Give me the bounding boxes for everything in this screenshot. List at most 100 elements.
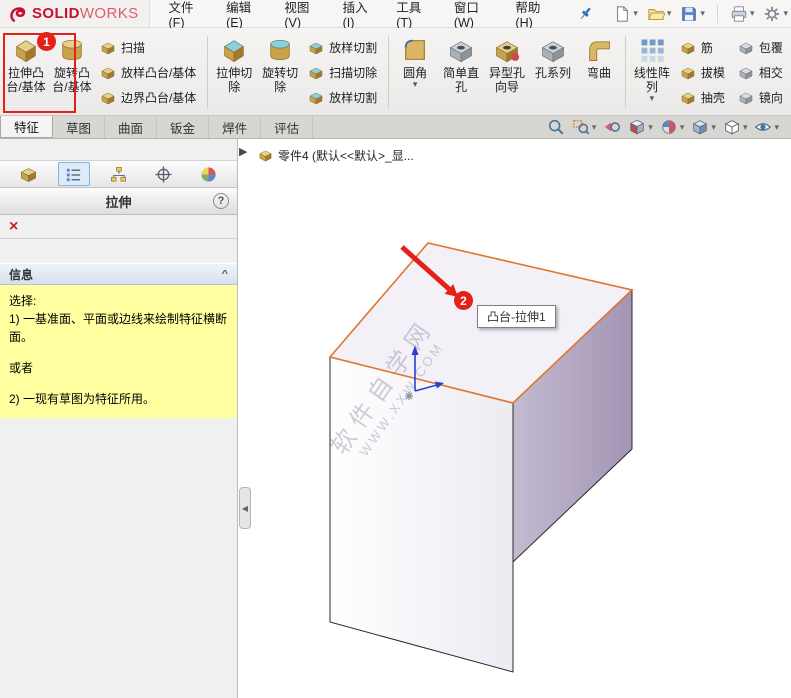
configurationmanager-tab[interactable] — [103, 162, 135, 186]
draft-button[interactable]: 拔模 — [675, 60, 733, 85]
zoom-to-area-button[interactable]: ▾ — [572, 118, 597, 136]
message-line: 1) 一基准面、平面或边线来绘制特征横断面。 — [9, 312, 228, 344]
propertymanager-actions: × — [0, 215, 237, 239]
chevron-down-icon[interactable]: ▾ — [650, 94, 655, 103]
collapse-chevron-icon[interactable]: ^ — [222, 269, 228, 279]
open-document-button[interactable]: ▾ — [644, 3, 675, 25]
chevron-down-icon[interactable]: ▾ — [633, 9, 638, 18]
graphics-area[interactable]: 软件自学网 WWW.XXW.COM 零件4 (默认<<默认>_显... 凸台-拉… — [252, 139, 791, 698]
menu-bar: SOLID WORKS 文件(F) 编辑(E) 视图(V) 插入(I) 工具(T)… — [0, 0, 791, 30]
section-view-button[interactable]: ▾ — [628, 118, 653, 136]
chevron-down-icon[interactable]: ▾ — [743, 122, 748, 132]
extruded-cut-button[interactable]: 拉伸切除 — [211, 31, 257, 113]
featuremanager-tree-tab[interactable] — [13, 162, 45, 186]
part-name-label: 零件4 (默认<<默认>_显... — [278, 149, 414, 163]
lofted-cut-button[interactable]: 放样切割 — [303, 35, 385, 60]
toolbar-separator — [716, 4, 718, 23]
tab-features[interactable]: 特征 — [0, 116, 54, 138]
origin-x-arrowhead — [435, 381, 444, 389]
ribbon-separator — [388, 36, 390, 108]
tab-weldments[interactable]: 焊件 — [209, 116, 262, 138]
panel-splitter[interactable]: ▶ ◀ — [238, 139, 252, 698]
message-line: 2) 一现有草图为特征所用。 — [9, 392, 156, 406]
extruded-cut-icon — [220, 36, 248, 64]
chevron-down-icon[interactable]: ▾ — [750, 9, 755, 18]
intersect-button[interactable]: 相交 — [733, 60, 791, 85]
simple-hole-button[interactable]: 简单直孔 — [438, 31, 484, 113]
dimxpertmanager-tab[interactable] — [148, 162, 180, 186]
cancel-button[interactable]: × — [9, 218, 18, 235]
rib-button[interactable]: 筋 — [675, 35, 733, 60]
wrap-button[interactable]: 包覆 — [733, 35, 791, 60]
flyout-expand-icon[interactable]: ▶ — [239, 145, 247, 158]
propertymanager-title-bar: 拉伸 ? — [0, 188, 237, 215]
button-label: 扫描切除 — [329, 66, 378, 80]
shell-button[interactable]: 抽壳 — [675, 85, 733, 110]
save-button[interactable]: ▾ — [677, 3, 708, 25]
flex-icon — [585, 36, 613, 64]
model-side-face[interactable] — [512, 288, 633, 564]
print-button[interactable]: ▾ — [727, 3, 758, 25]
message-line: 或者 — [9, 361, 34, 375]
chevron-down-icon[interactable]: ▾ — [774, 122, 779, 132]
button-label: 旋转切除 — [262, 66, 299, 94]
button-label: 孔系列 — [535, 66, 572, 80]
tab-surfaces[interactable]: 曲面 — [105, 116, 158, 138]
previous-view-button[interactable] — [603, 118, 621, 136]
hole-wizard-button[interactable]: 异型孔向导 — [484, 31, 530, 113]
chevron-down-icon[interactable]: ▾ — [667, 9, 672, 18]
chevron-down-icon[interactable]: ▾ — [700, 9, 705, 18]
lofted-cut-icon — [308, 40, 324, 56]
boundary-cut-button[interactable]: 放样切割 — [303, 85, 385, 110]
tab-evaluate[interactable]: 评估 — [261, 116, 314, 138]
tab-sheet-metal[interactable]: 钣金 — [157, 116, 210, 138]
help-icon[interactable]: ? — [213, 193, 229, 209]
chevron-down-icon[interactable]: ▾ — [680, 122, 685, 132]
revolved-cut-button[interactable]: 旋转切除 — [257, 31, 303, 113]
linear-pattern-button[interactable]: 线性阵列 ▾ — [629, 31, 675, 113]
manager-pane-tabs — [0, 160, 237, 188]
boundary-boss-icon — [100, 90, 116, 106]
chevron-down-icon[interactable]: ▾ — [711, 122, 716, 132]
rib-icon — [680, 40, 696, 56]
message-group-header[interactable]: 信息 ^ — [0, 263, 237, 285]
flyout-feature-tree-header[interactable]: 零件4 (默认<<默认>_显... — [258, 147, 414, 164]
zoom-to-fit-button[interactable] — [547, 118, 565, 136]
swept-cut-button[interactable]: 扫描切除 — [303, 60, 385, 85]
flex-button[interactable]: 弯曲 — [576, 31, 622, 113]
chevron-down-icon[interactable]: ▾ — [413, 80, 418, 89]
button-label: 异型孔向导 — [489, 66, 526, 94]
view-orientation-button[interactable]: ▾ — [691, 118, 716, 136]
fillet-icon — [401, 36, 429, 64]
dimxpert-icon — [154, 165, 173, 184]
pin-menu-button[interactable] — [577, 5, 594, 22]
display-style-button[interactable]: ▾ — [723, 118, 748, 136]
propertymanager-tab[interactable] — [57, 162, 90, 186]
tab-sketch[interactable]: 草图 — [53, 116, 106, 138]
mirror-button[interactable]: 镜向 — [733, 85, 791, 110]
options-button[interactable]: ▾ — [760, 3, 791, 25]
model-front-face[interactable] — [329, 356, 514, 673]
lofted-boss-button[interactable]: 放样凸台/基体 — [95, 60, 204, 85]
hide-show-items-button[interactable]: ▾ — [754, 118, 779, 136]
solidworks-logo: SOLID WORKS — [0, 0, 150, 27]
displaymanager-tab[interactable] — [193, 162, 225, 186]
boundary-boss-button[interactable]: 边界凸台/基体 — [95, 85, 204, 110]
new-document-button[interactable]: ▾ — [610, 3, 641, 25]
button-label: 抽壳 — [700, 91, 725, 105]
fillet-button[interactable]: 圆角 ▾ — [392, 31, 438, 113]
model-view — [328, 242, 634, 673]
heads-up-view-toolbar: ▾ ▾ ▾ ▾ ▾ ▾ — [547, 116, 791, 138]
chevron-down-icon[interactable]: ▾ — [648, 122, 653, 132]
tutorial-arrow-shaft — [400, 245, 451, 291]
revolved-cut-icon — [266, 36, 294, 64]
wrap-intersect-mirror-stack: 包覆 相交 镜向 — [733, 31, 791, 113]
swept-boss-button[interactable]: 扫描 — [95, 35, 204, 60]
chevron-down-icon[interactable]: ▾ — [783, 9, 788, 18]
chevron-down-icon[interactable]: ▾ — [592, 122, 597, 132]
part-icon — [258, 148, 273, 163]
button-label: 拔模 — [700, 66, 725, 80]
hole-series-button[interactable]: 孔系列 — [530, 31, 576, 113]
panel-collapse-grip[interactable]: ◀ — [239, 487, 251, 529]
edit-appearance-button[interactable]: ▾ — [660, 118, 685, 136]
